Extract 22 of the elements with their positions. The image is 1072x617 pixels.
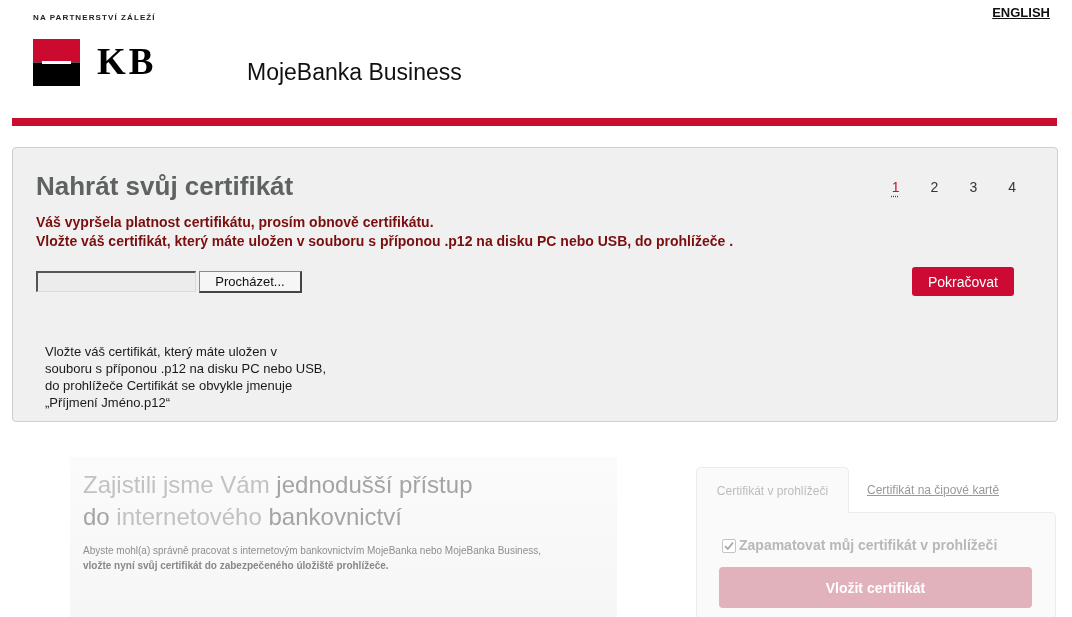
step-number: 1: [891, 178, 900, 196]
logo-text: KB: [97, 44, 157, 80]
promo-headline: Zajistili jsme Vám jednodušší přístup: [83, 470, 474, 500]
language-link[interactable]: ENGLISH: [992, 5, 1050, 20]
checkbox-label: Zapamatovat můj certifikát v prohlížeči: [739, 537, 998, 554]
promo-headline: do internetového bankovnictví: [83, 502, 403, 532]
step-number: 4: [1008, 178, 1016, 196]
tagline: NA PARTNERSTVÍ ZÁLEŽÍ: [33, 13, 156, 23]
page-title: Nahrát svůj certifikát: [36, 171, 294, 201]
promo-text: Abyste mohl(a) správně pracovat s internetovým bankovnictvím MojeBanka nebo MojeBanka Business, vložte nyní svůj certifikát do zabezpečeného úložiště prohlížeče.: [83, 544, 542, 573]
file-path-field[interactable]: [36, 271, 196, 292]
help-text: Vložte váš certifikát, který máte uložen v souboru s příponou .p12 na disku PC nebo USB, do prohlížeče Certifikát se obvykle jmenuje „Příjmení Jméno.p12“: [45, 343, 327, 411]
product-name: MojeBanka Business: [247, 58, 462, 86]
continue-button[interactable]: Pokračovat: [912, 267, 1014, 296]
logo-icon: [33, 39, 80, 86]
warning-message: Vložte váš certifikát, který máte uložen v souboru s příponou .p12 na disku PC nebo USB, do prohlížeče .: [36, 232, 735, 251]
browse-button[interactable]: Procházet...: [199, 270, 302, 293]
step-number: 2: [930, 178, 939, 196]
checkbox[interactable]: [722, 538, 736, 553]
tab[interactable]: Certifikát na čipové kartě: [867, 482, 1000, 497]
step-number: 3: [969, 178, 978, 196]
warning-message: Váš vypršela platnost certifikátu, prosím obnově certifikátu.: [36, 213, 435, 232]
